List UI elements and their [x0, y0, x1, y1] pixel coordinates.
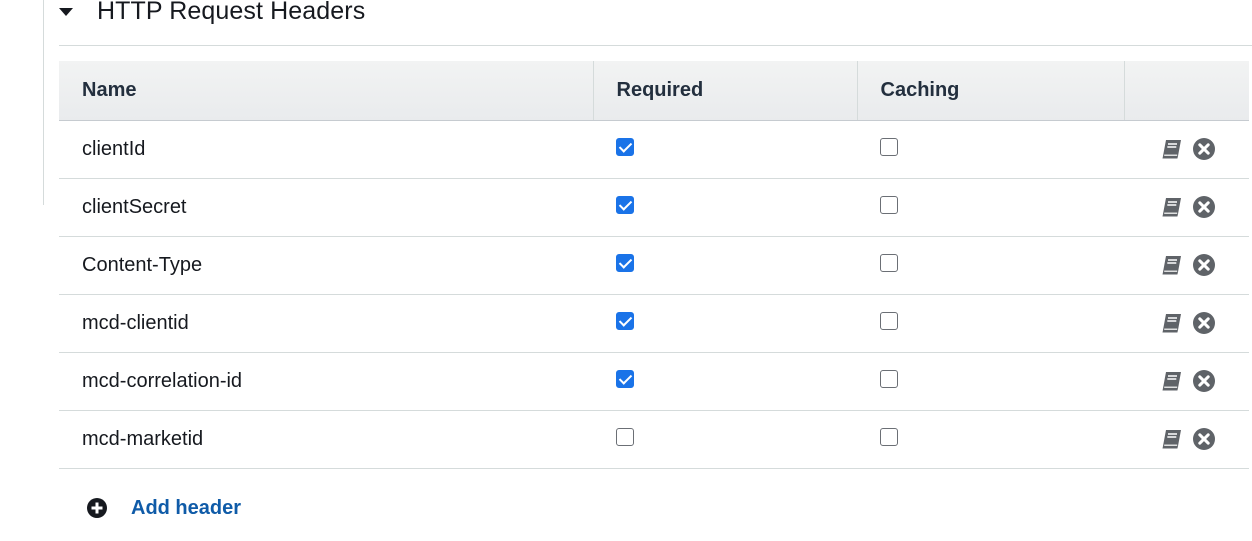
column-header-required: Required	[593, 61, 858, 121]
remove-circle-icon[interactable]	[1192, 311, 1216, 335]
section-toggle[interactable]: HTTP Request Headers	[59, 0, 365, 28]
book-edit-icon[interactable]	[1160, 311, 1184, 335]
add-header-button[interactable]: Add header	[86, 494, 241, 522]
remove-circle-icon[interactable]	[1192, 369, 1216, 393]
required-checkbox[interactable]	[616, 370, 634, 389]
row-actions	[1147, 253, 1249, 277]
required-cell	[593, 178, 857, 237]
actions-cell	[1124, 120, 1249, 179]
required-cell	[593, 352, 857, 411]
section-divider	[59, 45, 1252, 46]
row-actions	[1147, 195, 1249, 219]
caching-checkbox[interactable]	[880, 428, 898, 447]
table-row: clientId	[59, 120, 1249, 179]
table-row: mcd-correlation-id	[59, 352, 1249, 411]
required-checkbox[interactable]	[616, 254, 634, 273]
actions-cell	[1124, 410, 1249, 469]
caching-checkbox[interactable]	[880, 196, 898, 215]
caching-checkbox[interactable]	[880, 138, 898, 157]
book-edit-icon[interactable]	[1160, 253, 1184, 277]
caching-checkbox[interactable]	[880, 370, 898, 389]
caching-cell	[857, 120, 1124, 179]
required-checkbox[interactable]	[616, 138, 634, 157]
header-name-cell: mcd-correlation-id	[59, 352, 593, 411]
section-title: HTTP Request Headers	[97, 0, 366, 25]
header-name-cell: Content-Type	[59, 236, 593, 295]
table-row: Content-Type	[59, 236, 1249, 295]
plus-circle-icon[interactable]	[86, 497, 108, 519]
caching-checkbox[interactable]	[880, 312, 898, 331]
remove-circle-icon[interactable]	[1192, 427, 1216, 451]
headers-table-body: clientId clientSecret Content-Type mcd-clie…	[59, 120, 1249, 469]
table-header-row: Name Required Caching	[59, 61, 1249, 121]
caching-checkbox[interactable]	[880, 254, 898, 273]
book-edit-icon[interactable]	[1160, 369, 1184, 393]
table-row: mcd-clientid	[59, 294, 1249, 353]
required-checkbox[interactable]	[616, 312, 634, 331]
headers-table: Name Required Caching clientId clientSecr…	[59, 61, 1249, 469]
row-actions	[1147, 427, 1249, 451]
caching-cell	[857, 410, 1124, 469]
header-name-cell: clientId	[59, 120, 593, 179]
header-name-cell: mcd-marketid	[59, 410, 593, 469]
actions-cell	[1124, 352, 1249, 411]
required-checkbox[interactable]	[616, 196, 634, 215]
actions-cell	[1124, 178, 1249, 237]
remove-circle-icon[interactable]	[1192, 137, 1216, 161]
row-actions	[1147, 137, 1249, 161]
required-cell	[593, 294, 857, 353]
actions-cell	[1124, 294, 1249, 353]
remove-circle-icon[interactable]	[1192, 253, 1216, 277]
book-edit-icon[interactable]	[1160, 195, 1184, 219]
left-divider	[43, 0, 44, 205]
caret-down-icon[interactable]	[59, 8, 73, 16]
required-checkbox[interactable]	[616, 428, 634, 447]
caching-cell	[857, 236, 1124, 295]
column-header-actions	[1124, 61, 1249, 121]
required-cell	[593, 120, 857, 179]
header-name-cell: mcd-clientid	[59, 294, 593, 353]
caching-cell	[857, 294, 1124, 353]
row-actions	[1147, 311, 1249, 335]
book-edit-icon[interactable]	[1160, 137, 1184, 161]
header-name-cell: clientSecret	[59, 178, 593, 237]
table-row: clientSecret	[59, 178, 1249, 237]
caching-cell	[857, 178, 1124, 237]
add-header-label[interactable]: Add header	[131, 497, 241, 520]
required-cell	[593, 236, 857, 295]
column-header-caching: Caching	[857, 61, 1125, 121]
required-cell	[593, 410, 857, 469]
remove-circle-icon[interactable]	[1192, 195, 1216, 219]
row-actions	[1147, 369, 1249, 393]
http-request-headers-panel: HTTP Request Headers Name Required Cachi…	[0, 0, 1252, 541]
table-row: mcd-marketid	[59, 410, 1249, 469]
actions-cell	[1124, 236, 1249, 295]
book-edit-icon[interactable]	[1160, 427, 1184, 451]
caching-cell	[857, 352, 1124, 411]
column-header-name: Name	[59, 61, 594, 121]
